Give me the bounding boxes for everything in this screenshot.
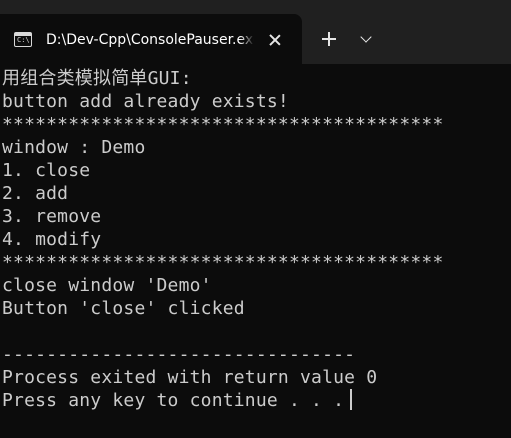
- console-line: 1. close: [2, 160, 91, 181]
- console-line: ****************************************: [2, 114, 444, 135]
- close-icon[interactable]: [268, 33, 282, 47]
- console-output[interactable]: 用组合类模拟简单GUI: button add already exists! …: [2, 67, 507, 435]
- tab-console-pauser[interactable]: C:\ D:\Dev-Cpp\ConsolePauser.exe: [0, 14, 302, 64]
- plus-icon[interactable]: [318, 28, 340, 50]
- console-line: window : Demo: [2, 137, 146, 158]
- tab-title-fade: [240, 30, 254, 50]
- console-line: Process exited with return value 0: [2, 367, 378, 388]
- chevron-down-icon: [360, 31, 372, 43]
- console-icon: C:\: [14, 32, 32, 47]
- dropdown-button[interactable]: [352, 28, 380, 50]
- tab-title: D:\Dev-Cpp\ConsolePauser.exe: [46, 32, 254, 48]
- text-cursor: [350, 389, 353, 410]
- console-line: --------------------------------: [2, 344, 356, 365]
- console-prompt-line: Press any key to continue . . .: [2, 389, 507, 412]
- console-line: button add already exists!: [2, 91, 289, 112]
- console-line-text: Press any key to continue . . .: [2, 390, 345, 411]
- title-bar: C:\ D:\Dev-Cpp\ConsolePauser.exe: [0, 0, 511, 64]
- console-line: 2. add: [2, 183, 69, 204]
- console-line: Button 'close' clicked: [2, 298, 245, 319]
- console-line: 3. remove: [2, 206, 102, 227]
- terminal-window: C:\ D:\Dev-Cpp\ConsolePauser.exe 用组合类模拟简…: [0, 0, 511, 438]
- console-line: 用组合类模拟简单GUI:: [2, 68, 192, 89]
- console-line: ****************************************: [2, 252, 444, 273]
- console-line: close window 'Demo': [2, 275, 212, 296]
- console-line: 4. modify: [2, 229, 102, 250]
